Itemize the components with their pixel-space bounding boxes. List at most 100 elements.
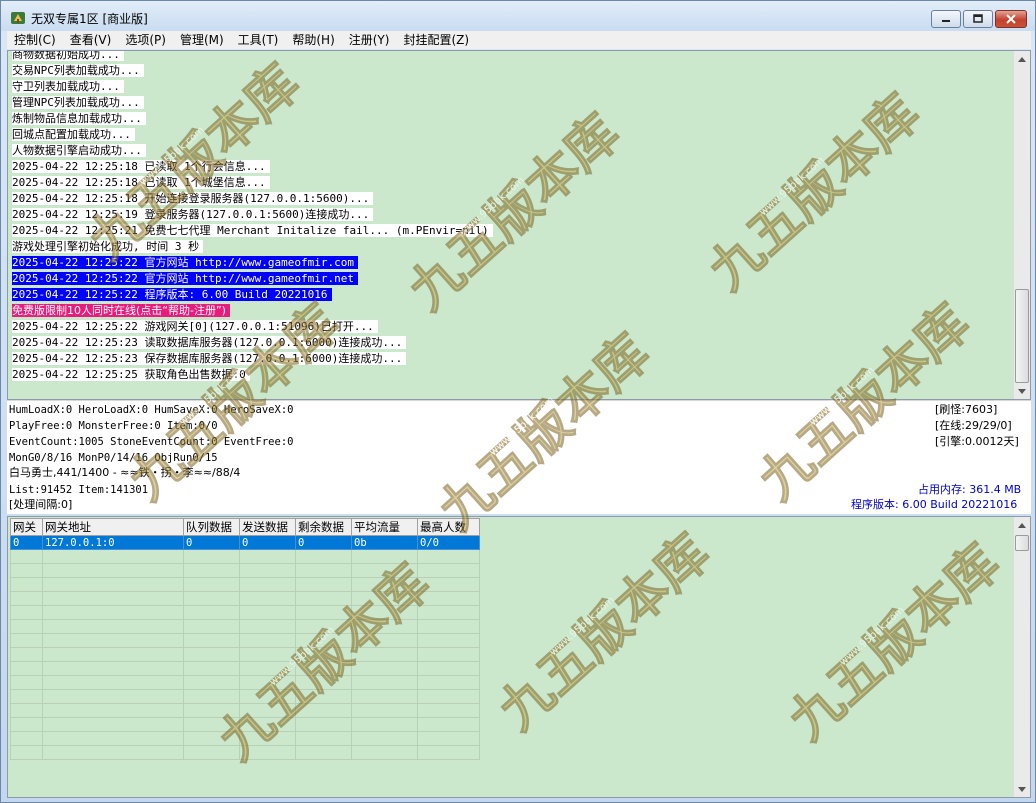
table-cell <box>183 717 240 732</box>
table-row-empty[interactable] <box>10 731 480 746</box>
column-queue-data[interactable]: 队列数据 <box>183 518 240 536</box>
table-cell <box>42 591 184 606</box>
log-line-text: 2025-04-22 12:25:18 已读取 1个行会信息... <box>12 160 270 173</box>
column-max-players[interactable]: 最高人数 <box>417 518 480 536</box>
table-cell <box>239 549 296 564</box>
menu-tools[interactable]: 工具(T) <box>231 31 286 49</box>
gate-table-header: 网关 网关地址 队列数据 发送数据 剩余数据 平均流量 最高人数 <box>10 518 480 536</box>
table-cell <box>417 549 480 564</box>
table-row[interactable]: 0 127.0.0.1:0 0 0 0 0b 0/0 <box>10 535 480 550</box>
log-line: 2025-04-22 12:25:23 读取数据库服务器(127.0.0.1:6… <box>12 335 1010 351</box>
menu-register[interactable]: 注册(Y) <box>342 31 397 49</box>
table-row-empty[interactable] <box>10 563 480 578</box>
status-playfree: PlayFree:0 MonsterFree:0 Item:0/0 <box>9 420 218 432</box>
table-cell <box>295 675 352 690</box>
table-cell <box>10 745 43 760</box>
table-cell <box>417 619 480 634</box>
table-cell <box>42 563 184 578</box>
table-cell <box>239 647 296 662</box>
table-row-empty[interactable] <box>10 591 480 606</box>
column-gate-address[interactable]: 网关地址 <box>42 518 184 536</box>
minimize-button[interactable] <box>931 10 961 28</box>
scroll-down-arrow-icon[interactable] <box>1014 383 1030 399</box>
table-cell <box>239 675 296 690</box>
column-send-data[interactable]: 发送数据 <box>239 518 296 536</box>
table-row-empty[interactable] <box>10 633 480 648</box>
menu-anticheat-config[interactable]: 封挂配置(Z) <box>396 31 476 49</box>
table-cell <box>417 689 480 704</box>
table-row-empty[interactable] <box>10 647 480 662</box>
table-row-empty[interactable] <box>10 661 480 676</box>
title-bar[interactable]: 无双专属1区 [商业版] <box>1 1 1035 31</box>
table-cell <box>10 717 43 732</box>
gate-panel[interactable]: 网关 网关地址 队列数据 发送数据 剩余数据 平均流量 最高人数 0 127.0.… <box>7 516 1031 798</box>
table-row-empty[interactable] <box>10 689 480 704</box>
log-line-text: 2025-04-22 12:25:22 官方网站 http://www.game… <box>12 272 359 285</box>
table-cell <box>239 577 296 592</box>
gate-table[interactable]: 网关 网关地址 队列数据 发送数据 剩余数据 平均流量 最高人数 0 127.0.… <box>10 518 480 760</box>
menu-manage[interactable]: 管理(M) <box>173 31 231 49</box>
log-line: 2025-04-22 12:25:22 游戏网关[0](127.0.0.1:51… <box>12 319 1010 335</box>
status-version: 程序版本: 6.00 Build 20221016 <box>851 498 1018 511</box>
log-line-text: 2025-04-22 12:25:25 获取角色出售数据:0 <box>12 368 250 381</box>
gate-scroll-thumb[interactable] <box>1015 535 1029 551</box>
log-line: 2025-04-22 12:25:22 官方网站 http://www.game… <box>12 271 1010 287</box>
log-line: 免费版限制10人同时在线(点击“帮助-注册”) <box>12 303 1010 319</box>
menu-help[interactable]: 帮助(H) <box>285 31 341 49</box>
table-cell <box>239 619 296 634</box>
log-line: 2025-04-22 12:25:25 获取角色出售数据:0 <box>12 367 1010 383</box>
table-cell <box>42 661 184 676</box>
table-cell <box>239 703 296 718</box>
status-humload: HumLoadX:0 HeroLoadX:0 HumSaveX:0 HeroSa… <box>9 404 294 416</box>
table-cell <box>295 549 352 564</box>
table-row-empty[interactable] <box>10 577 480 592</box>
table-cell <box>351 647 418 662</box>
log-panel[interactable]: 商物数据初始成功... 交易NPC列表加载成功... 守卫列表加载成功... 管理NP… <box>7 50 1031 400</box>
table-row-empty[interactable] <box>10 703 480 718</box>
column-remaining-data[interactable]: 剩余数据 <box>295 518 352 536</box>
status-eventcount: EventCount:1005 StoneEventCount:0 EventF… <box>9 436 294 448</box>
menu-control[interactable]: 控制(C) <box>7 31 63 49</box>
log-line: 炼制物品信息加载成功... <box>12 111 1010 127</box>
scroll-up-arrow-icon[interactable] <box>1014 51 1030 67</box>
log-line: 2025-04-22 12:25:23 保存数据库服务器(127.0.0.1:6… <box>12 351 1010 367</box>
menu-view[interactable]: 查看(V) <box>63 31 119 49</box>
table-row-empty[interactable] <box>10 549 480 564</box>
table-cell <box>351 633 418 648</box>
scroll-up-arrow-icon[interactable] <box>1014 517 1030 533</box>
table-cell <box>183 619 240 634</box>
menu-options[interactable]: 选项(P) <box>118 31 173 49</box>
table-cell <box>183 661 240 676</box>
log-line-text: 炼制物品信息加载成功... <box>12 112 146 125</box>
table-cell <box>417 647 480 662</box>
table-cell <box>183 605 240 620</box>
log-scrollbar[interactable] <box>1013 51 1030 399</box>
log-line-text: 回城点配置加载成功... <box>12 128 135 141</box>
table-row-empty[interactable] <box>10 605 480 620</box>
table-cell <box>10 619 43 634</box>
log-line-text: 守卫列表加载成功... <box>12 80 124 93</box>
maximize-button[interactable] <box>963 10 993 28</box>
table-row-empty[interactable] <box>10 717 480 732</box>
table-cell <box>183 689 240 704</box>
column-avg-traffic[interactable]: 平均流量 <box>351 518 418 536</box>
table-cell <box>417 717 480 732</box>
column-gate[interactable]: 网关 <box>10 518 43 536</box>
table-row-empty[interactable] <box>10 619 480 634</box>
maximize-icon <box>973 14 983 23</box>
table-cell <box>42 647 184 662</box>
table-cell <box>295 647 352 662</box>
close-icon <box>1006 14 1016 24</box>
log-scroll-thumb[interactable] <box>1015 289 1029 383</box>
table-row-empty[interactable] <box>10 745 480 760</box>
scroll-down-arrow-icon[interactable] <box>1014 781 1030 797</box>
status-interval: [处理间隔:0] <box>9 498 73 511</box>
table-row-empty[interactable] <box>10 675 480 690</box>
table-cell <box>351 675 418 690</box>
close-button[interactable] <box>995 10 1027 28</box>
table-cell <box>351 703 418 718</box>
status-spawn: [刷怪:7603] <box>935 403 998 416</box>
gate-scrollbar[interactable] <box>1013 517 1030 797</box>
log-line: 交易NPC列表加载成功... <box>12 63 1010 79</box>
table-cell <box>417 731 480 746</box>
